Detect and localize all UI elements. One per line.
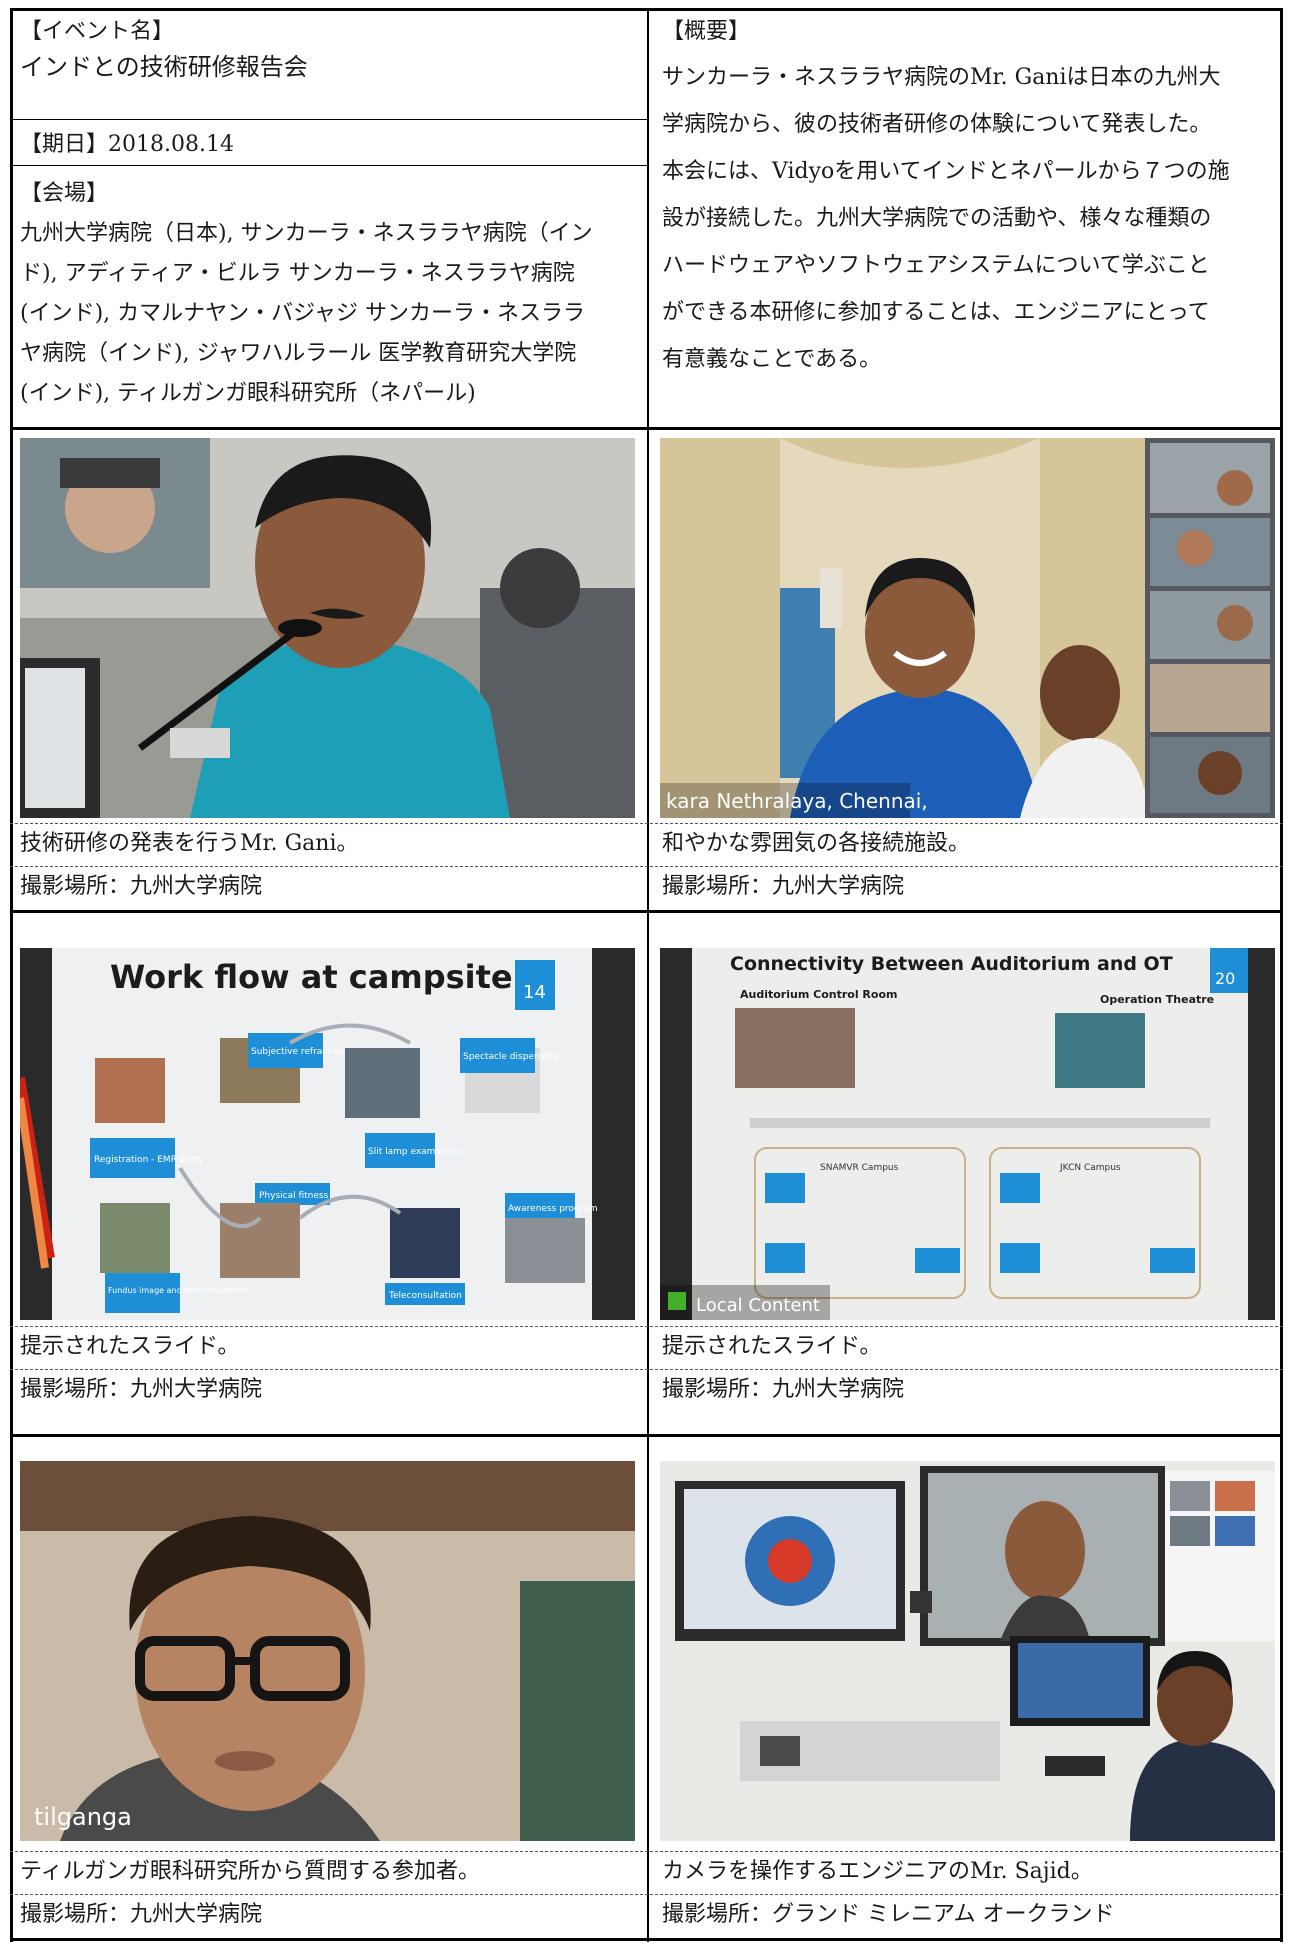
slide-campus-label: SNAMVR Campus	[820, 1163, 899, 1173]
row3-location-rule	[10, 1894, 1283, 1895]
photo-tilganga-participant: tilganga	[20, 1461, 635, 1841]
photo-slide-workflow: Work flow at campsite 14 Registration - …	[20, 948, 635, 1320]
photo-location: 撮影場所：九州大学病院	[662, 1377, 905, 1402]
event-label: 【イベント名】	[20, 19, 175, 44]
slide-subheading: Operation Theatre	[1100, 993, 1214, 1006]
photo-location: 撮影場所：グランド ミレニアム オークランド	[662, 1902, 1115, 1927]
column-divider	[647, 8, 649, 1942]
summary-line: 本会には、Vidyoを用いてインドとネパールから７つの施	[662, 159, 1230, 184]
summary-line: サンカーラ・ネスララヤ病院のMr. Ganiは日本の九州大	[662, 65, 1221, 90]
row3-caption-rule	[10, 1851, 1283, 1852]
photo-caption: 和やかな雰囲気の各接続施設。	[662, 831, 971, 856]
row2-rule	[10, 910, 1283, 913]
slide-box-label: Subjective refraction	[251, 1047, 344, 1057]
row1-location-rule	[10, 866, 1283, 867]
slide-box-label: Registration - EMR Entry	[94, 1155, 204, 1165]
summary-line: 有意義なことである。	[662, 347, 882, 372]
table-border-right	[1280, 8, 1283, 1942]
photo-engineer-camera	[660, 1461, 1275, 1841]
report-sheet: 【イベント名】 インドとの技術研修報告会 【期日】2018.08.14 【会場】…	[0, 0, 1292, 1945]
photo-caption: カメラを操作するエンジニアのMr. Sajid。	[662, 1859, 1093, 1884]
slide-box-label: Fundus image and teleconsultation	[108, 1286, 249, 1295]
event-title: インドとの技術研修報告会	[20, 53, 308, 81]
photo-caption: 提示されたスライド。	[662, 1334, 882, 1359]
photo-caption: ティルガンガ眼科研究所から質問する参加者。	[20, 1859, 481, 1884]
table-border-left	[10, 8, 13, 1942]
row2-caption-rule	[10, 1326, 1283, 1327]
tilganga-overlay: tilganga	[34, 1803, 132, 1831]
photo-remote-sites: kara Nethralaya, Chennai,	[660, 438, 1275, 818]
row3-rule	[10, 1434, 1283, 1437]
remote-site-overlay: kara Nethralaya, Chennai,	[666, 789, 928, 813]
slide-title: Work flow at campsite	[110, 958, 513, 996]
slide-box-label: Physical fitness	[259, 1191, 329, 1201]
photo-location: 撮影場所：九州大学病院	[20, 1902, 263, 1927]
slide-campus-label: JKCN Campus	[1059, 1163, 1121, 1173]
venue-label: 【会場】	[20, 181, 109, 206]
venue-line: (インド), ティルガンガ眼科研究所（ネパール)	[20, 381, 476, 406]
row2-location-rule	[10, 1369, 1283, 1370]
photo-caption: 提示されたスライド。	[20, 1334, 240, 1359]
slide-title: Connectivity Between Auditorium and OT	[730, 953, 1173, 975]
slide-box-label: Spectacle dispensing	[463, 1052, 558, 1062]
photo-location: 撮影場所：九州大学病院	[20, 1377, 263, 1402]
venue-line: ド), アディティア・ビルラ サンカーラ・ネスララヤ病院	[20, 261, 575, 286]
venue-line: ヤ病院（インド), ジャワハルラール 医学教育研究大学院	[20, 341, 577, 366]
slide-page-number: 20	[1215, 969, 1235, 988]
photo-caption: 技術研修の発表を行うMr. Gani。	[20, 831, 359, 856]
photo-location: 撮影場所：九州大学病院	[20, 874, 263, 899]
summary-line: ができる本研修に参加することは、エンジニアにとって	[662, 300, 1210, 325]
date-venue-rule	[10, 165, 648, 166]
row1-caption-rule	[10, 823, 1283, 824]
photo-slide-connectivity: Connectivity Between Auditorium and OT 2…	[660, 948, 1275, 1320]
slide-overlay: Local Content	[696, 1295, 820, 1316]
slide-subheading: Auditorium Control Room	[740, 988, 897, 1001]
event-date: 【期日】2018.08.14	[20, 132, 234, 157]
venue-line: (インド), カマルナヤン・バジャジ サンカーラ・ネスララ	[20, 301, 586, 326]
row1-rule	[10, 427, 1283, 430]
slide-page-number: 14	[523, 982, 546, 1003]
summary-line: 設が接続した。九州大学病院での活動や、様々な種類の	[662, 206, 1212, 231]
summary-line: 学病院から、彼の技術者研修の体験について発表した。	[662, 112, 1212, 137]
photo-location: 撮影場所：九州大学病院	[662, 874, 905, 899]
slide-box-label: Slit lamp examination	[368, 1147, 466, 1157]
summary-line: ハードウェアやソフトウェアシステムについて学ぶこと	[662, 253, 1210, 278]
table-border-bottom	[10, 1938, 1283, 1941]
event-date-rule	[10, 119, 648, 120]
venue-line: 九州大学病院（日本), サンカーラ・ネスララヤ病院（イン	[20, 221, 593, 246]
slide-box-label: Awareness program	[508, 1204, 598, 1214]
photo-presenter	[20, 438, 635, 818]
slide-box-label: Teleconsultation	[388, 1291, 462, 1301]
summary-label: 【概要】	[662, 19, 751, 44]
